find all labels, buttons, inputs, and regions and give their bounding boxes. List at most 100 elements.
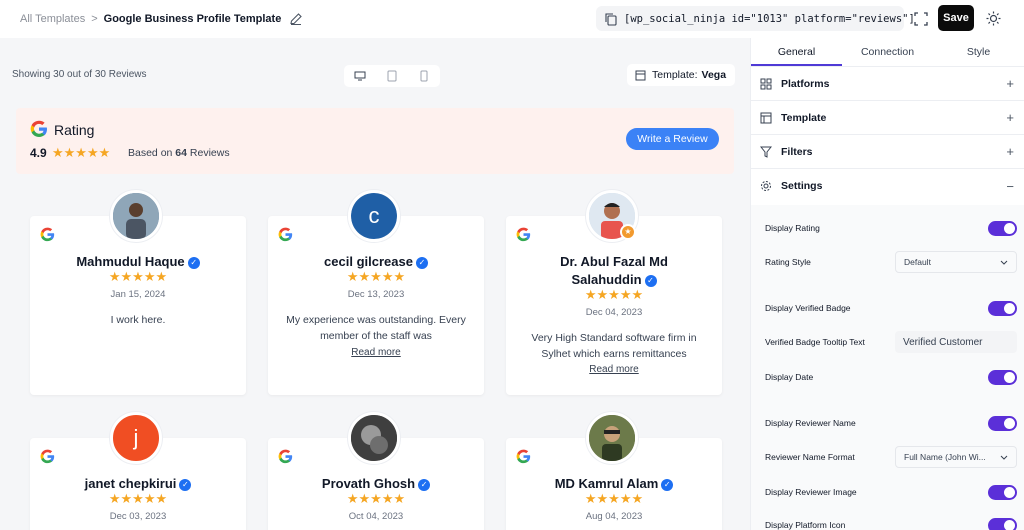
verified-badge-icon: ✓ [179,478,192,491]
pencil-icon[interactable] [289,12,303,26]
review-stars: ★★★★★ [584,491,644,506]
reviewer-name-format-select[interactable]: Full Name (John Wi... [895,446,1017,468]
review-stars: ★★★★★ [584,287,644,302]
tablet-icon[interactable] [378,67,406,85]
display-rating-toggle[interactable] [988,220,1017,236]
review-stars: ★★★★★ [108,269,168,284]
avatar: c [348,190,400,242]
sun-icon[interactable] [986,11,1001,26]
minus-icon[interactable]: − [1006,179,1014,194]
verified-badge-toggle[interactable] [988,300,1017,316]
setting-label: Verified Badge Tooltip Text [765,337,865,347]
select-value: Full Name (John Wi... [904,452,986,462]
setting-reviewer-name-format: Reviewer Name Format Full Name (John Wi.… [765,446,1017,468]
display-date-toggle[interactable] [988,369,1017,385]
avatar [348,412,400,464]
based-on-prefix: Based on [128,147,173,159]
section-template[interactable]: Template + [751,101,1024,135]
review-date: Dec 13, 2023 [347,289,405,300]
grid-icon [760,78,772,90]
reviewer-name-toggle[interactable] [988,415,1017,431]
tab-general[interactable]: General [751,38,842,66]
section-filters[interactable]: Filters + [751,135,1024,169]
mobile-icon[interactable] [410,67,438,85]
section-settings[interactable]: Settings − [751,169,1024,203]
fullscreen-icon[interactable] [914,12,928,26]
template-label: Template: [652,69,698,81]
review-text: I work here. [110,314,166,326]
review-text: My experience was outstanding. Every mem… [286,314,466,342]
settings-panel: General Connection Style Platforms + Tem… [750,38,1024,530]
review-stars: ★★★★★ [346,491,406,506]
reviewer-name: Dr. Abul Fazal Md Salahuddin ✓ [506,253,722,289]
setting-label: Display Reviewer Image [765,487,857,497]
review-card: cecil gilcrease ✓ ★★★★★ Dec 13, 2023 My e… [268,216,484,395]
avatar [586,412,638,464]
verified-tooltip-input[interactable]: Verified Customer [895,331,1017,353]
verified-badge-icon: ✓ [661,478,674,491]
layout-icon [635,70,646,80]
local-guide-badge-icon: ★ [620,224,636,240]
gear-icon [760,180,772,192]
section-platforms[interactable]: Platforms + [751,67,1024,101]
copy-icon[interactable] [604,12,618,26]
panel-tabs: General Connection Style [751,38,1024,67]
breadcrumb-all-templates[interactable]: All Templates [20,13,85,25]
shortcode-copy-box[interactable]: [wp_social_ninja id="1013" platform="rev… [596,6,915,31]
section-label: Template [781,111,827,124]
review-date: Jan 15, 2024 [110,289,166,300]
rating-score: 4.9 [30,146,47,160]
review-card: Dr. Abul Fazal Md Salahuddin ✓ ★★★★★ Dec … [506,216,722,395]
reviewer-image-toggle[interactable] [988,484,1017,500]
google-logo-icon [40,227,55,242]
shortcode-text: [wp_social_ninja id="1013" platform="rev… [624,12,915,25]
google-logo-icon [516,449,531,464]
rating-stars: ★★★★★ [52,145,111,160]
read-more-link[interactable]: Read more [268,347,484,358]
template-value: Vega [701,69,727,81]
read-more-link[interactable]: Read more [506,364,722,375]
review-stars: ★★★★★ [346,269,406,284]
setting-rating-style: Rating Style Default [765,251,1017,273]
review-card: Mahmudul Haque ✓ ★★★★★ Jan 15, 2024 I wor… [30,216,246,395]
select-value: Default [904,257,931,267]
setting-label: Display Verified Badge [765,303,851,313]
rating-summary: Rating 4.9 ★★★★★ Based on 64 Reviews Wri… [16,108,734,174]
plus-icon[interactable]: + [1006,144,1014,159]
setting-verified-tooltip: Verified Badge Tooltip Text Verified Cus… [765,331,1017,353]
verified-badge-icon: ✓ [415,256,428,269]
tab-style[interactable]: Style [933,38,1024,66]
plus-icon[interactable]: + [1006,110,1014,125]
based-on-suffix: Reviews [189,147,230,159]
review-count: 64 [175,147,187,159]
plus-icon[interactable]: + [1006,76,1014,91]
section-label: Platforms [781,77,830,90]
rating-title: Rating [54,122,95,138]
review-date: Oct 04, 2023 [348,511,404,522]
reviewer-name-text: janet chepkirui [84,476,177,491]
setting-display-date: Display Date [765,366,1017,388]
avatar-letter: c [368,203,380,228]
preview-area: Showing 30 out of 30 Reviews Template: V… [0,38,750,530]
review-date: Dec 04, 2023 [585,307,643,318]
template-selector[interactable]: Template: Vega [627,64,735,86]
platform-icon-toggle[interactable] [988,517,1017,530]
review-text: Very High Standard software firm in Sylh… [531,332,697,360]
review-stars: ★★★★★ [108,491,168,506]
verified-badge-icon: ✓ [187,256,200,269]
google-logo-icon [278,449,293,464]
desktop-icon[interactable] [346,67,374,85]
google-logo-icon [278,227,293,242]
setting-label: Display Reviewer Name [765,418,856,428]
setting-label: Display Date [765,372,814,382]
tab-connection[interactable]: Connection [842,38,933,66]
template-title: Google Business Profile Template [103,13,282,25]
rating-style-select[interactable]: Default [895,251,1017,273]
save-button[interactable]: Save [938,5,974,31]
setting-display-verified-badge: Display Verified Badge [765,297,1017,319]
setting-display-reviewer-image: Display Reviewer Image [765,481,1017,503]
verified-badge-icon: ✓ [418,478,431,491]
write-review-button[interactable]: Write a Review [626,128,719,150]
section-label: Filters [781,145,813,158]
chevron-down-icon [1000,260,1008,265]
